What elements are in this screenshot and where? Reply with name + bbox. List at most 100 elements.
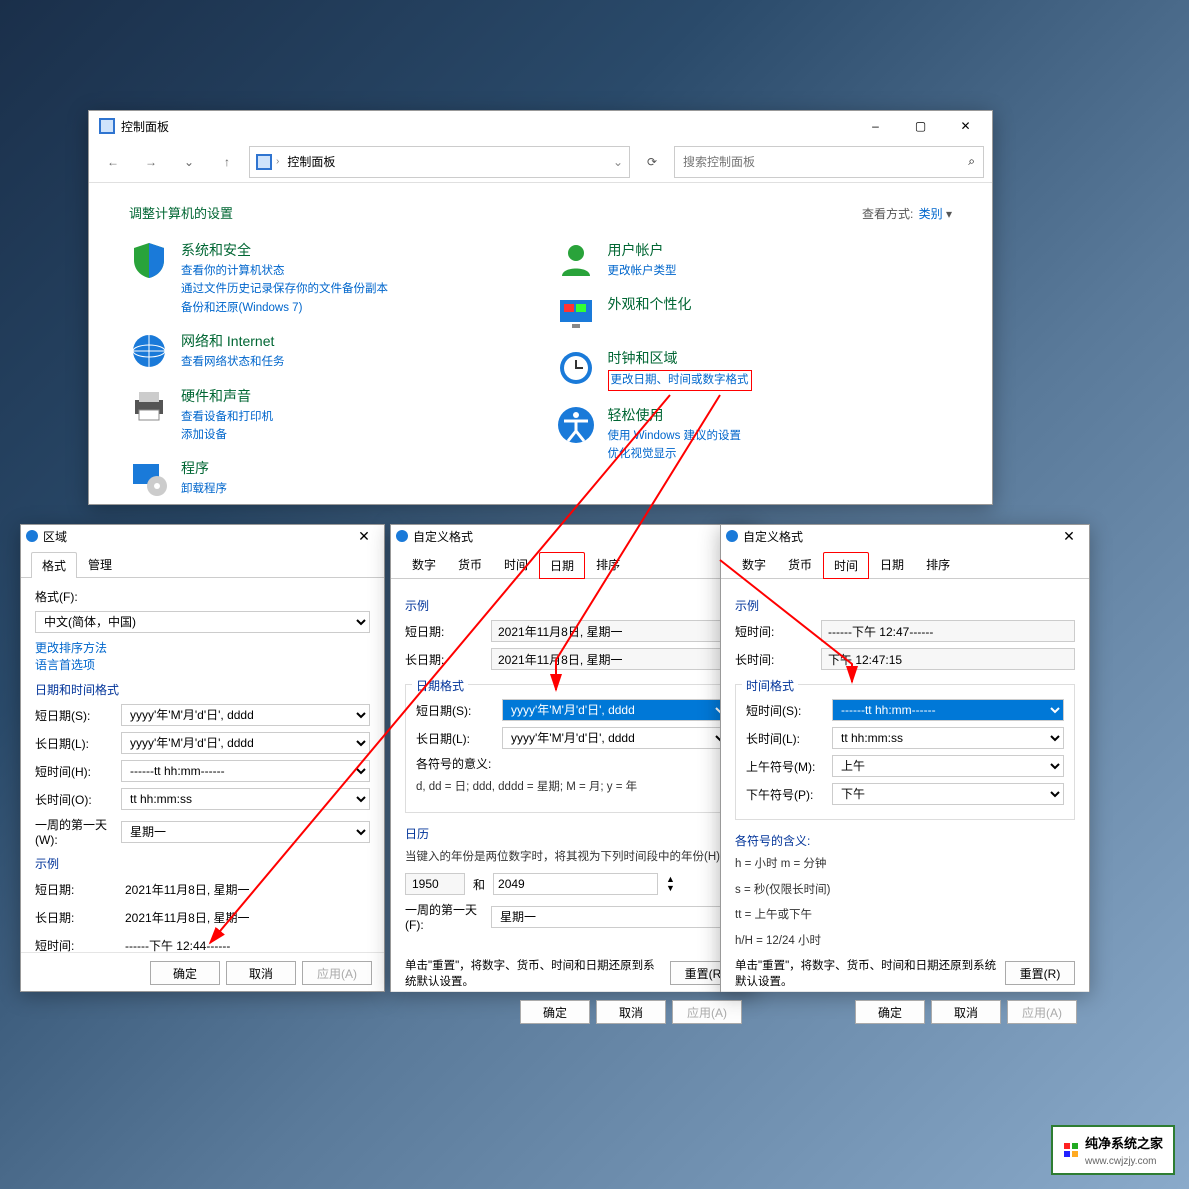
category-link[interactable]: 优化视觉显示 [608, 445, 742, 463]
apply-button[interactable]: 应用(A) [1007, 1000, 1077, 1024]
close-button[interactable]: ✕ [943, 111, 988, 141]
format-select[interactable]: 中文(简体，中国) [35, 611, 370, 633]
accessibility-icon [556, 405, 596, 445]
recent-dropdown[interactable]: ⌄ [173, 146, 205, 178]
customize-date-dialog: 自定义格式 ✕ 数字 货币 时间 日期 排序 示例 短日期:2021年11月8日… [390, 524, 755, 992]
view-by-link[interactable]: 类别 [919, 207, 943, 221]
search-bar[interactable]: ⌕ [674, 146, 984, 178]
link-change-date-format[interactable]: 更改日期、时间或数字格式 [608, 370, 752, 390]
long-date-format-select[interactable]: yyyy'年'M'月'd'日', dddd [502, 727, 729, 749]
link-sort-method[interactable]: 更改排序方法 [35, 639, 370, 656]
breadcrumb[interactable]: 控制面板 [287, 153, 335, 170]
pm-symbol-select[interactable]: 下午 [832, 783, 1064, 805]
category-heading[interactable]: 网络和 Internet [181, 331, 285, 351]
tab-number[interactable]: 数字 [731, 551, 777, 578]
cp-toolbar: ← → ⌄ ↑ › 控制面板 ⌄ ⟳ ⌕ [89, 141, 992, 183]
short-time-format-select[interactable]: ------tt hh:mm------ [832, 699, 1064, 721]
region-dialog: 区域 ✕ 格式 管理 格式(F): 中文(简体，中国) 更改排序方法 语言首选项… [20, 524, 385, 992]
short-date-format-select[interactable]: yyyy'年'M'月'd'日', dddd [502, 699, 729, 721]
category-link[interactable]: 备份和还原(Windows 7) [181, 299, 388, 317]
watermark: 纯净系统之家 www.cwjzjy.com [1051, 1125, 1175, 1175]
category-heading[interactable]: 硬件和声音 [181, 386, 273, 406]
short-time-select[interactable]: ------tt hh:mm------ [121, 760, 370, 782]
ok-button[interactable]: 确定 [150, 961, 220, 985]
address-dropdown[interactable]: ⌄ [613, 155, 623, 169]
reset-button[interactable]: 重置(R) [1005, 961, 1075, 985]
short-date-select[interactable]: yyyy'年'M'月'd'日', dddd [121, 704, 370, 726]
back-button[interactable]: ← [97, 146, 129, 178]
cp-titlebar[interactable]: 控制面板 – ▢ ✕ [89, 111, 992, 141]
printer-icon [129, 386, 169, 426]
globe-icon [725, 529, 739, 543]
tab-currency[interactable]: 货币 [447, 551, 493, 578]
maximize-button[interactable]: ▢ [898, 111, 943, 141]
tab-sort[interactable]: 排序 [915, 551, 961, 578]
category-heading[interactable]: 程序 [181, 458, 227, 478]
tab-time[interactable]: 时间 [493, 551, 539, 578]
close-button[interactable]: ✕ [1053, 528, 1085, 545]
year-to-input[interactable] [493, 873, 658, 895]
category-link[interactable]: 使用 Windows 建议的设置 [608, 427, 742, 445]
tab-number[interactable]: 数字 [401, 551, 447, 578]
close-button[interactable]: ✕ [348, 528, 380, 545]
minimize-button[interactable]: – [853, 111, 898, 141]
link-language-prefs[interactable]: 语言首选项 [35, 656, 370, 673]
category-heading[interactable]: 轻松使用 [608, 405, 742, 425]
category-link[interactable]: 卸载程序 [181, 480, 227, 498]
category-programs: 程序 卸载程序 [129, 458, 526, 498]
tab-date[interactable]: 日期 [869, 551, 915, 578]
example-short-date: 2021年11月8日, 星期一 [121, 878, 370, 900]
search-icon[interactable]: ⌕ [968, 154, 975, 169]
am-symbol-select[interactable]: 上午 [832, 755, 1064, 777]
category-network: 网络和 Internet 查看网络状态和任务 [129, 331, 526, 371]
first-day-select[interactable]: 星期一 [491, 906, 740, 928]
category-heading[interactable]: 用户帐户 [608, 240, 677, 260]
tab-sort[interactable]: 排序 [585, 551, 631, 578]
cancel-button[interactable]: 取消 [596, 1000, 666, 1024]
cancel-button[interactable]: 取消 [226, 961, 296, 985]
example-short-time: ------下午 12:47------ [821, 620, 1075, 642]
category-heading[interactable]: 外观和个性化 [608, 294, 692, 314]
example-short-time: ------下午 12:44------ [121, 934, 370, 952]
refresh-button[interactable]: ⟳ [636, 146, 668, 178]
custom-time-titlebar[interactable]: 自定义格式 ✕ [721, 525, 1089, 547]
region-tabs: 格式 管理 [21, 547, 384, 578]
category-heading[interactable]: 时钟和区域 [608, 348, 752, 368]
tab-time[interactable]: 时间 [823, 552, 869, 579]
up-button[interactable]: ↑ [211, 146, 243, 178]
cancel-button[interactable]: 取消 [931, 1000, 1001, 1024]
ok-button[interactable]: 确定 [520, 1000, 590, 1024]
tab-currency[interactable]: 货币 [777, 551, 823, 578]
clock-icon [556, 348, 596, 388]
first-day-select[interactable]: 星期一 [121, 821, 370, 843]
section-example: 示例 [35, 855, 370, 872]
category-system-security: 系统和安全 查看你的计算机状态 通过文件历史记录保存你的文件备份副本 备份和还原… [129, 240, 526, 317]
tab-admin[interactable]: 管理 [77, 551, 123, 577]
category-link[interactable]: 查看你的计算机状态 [181, 262, 388, 280]
example-long-date: 2021年11月8日, 星期一 [491, 648, 740, 670]
category-link[interactable]: 更改帐户类型 [608, 262, 677, 280]
search-input[interactable] [683, 155, 968, 169]
category-link[interactable]: 通过文件历史记录保存你的文件备份副本 [181, 280, 388, 298]
ok-button[interactable]: 确定 [855, 1000, 925, 1024]
category-link[interactable]: 查看设备和打印机 [181, 408, 273, 426]
user-icon [556, 240, 596, 280]
category-link[interactable]: 添加设备 [181, 426, 273, 444]
category-link[interactable]: 查看网络状态和任务 [181, 353, 285, 371]
tab-date[interactable]: 日期 [539, 552, 585, 579]
category-clock-region: 时钟和区域 更改日期、时间或数字格式 [556, 348, 953, 390]
example-long-date: 2021年11月8日, 星期一 [121, 906, 370, 928]
long-time-select[interactable]: tt hh:mm:ss [121, 788, 370, 810]
region-titlebar[interactable]: 区域 ✕ [21, 525, 384, 547]
year-spinner[interactable]: ▲▼ [666, 875, 675, 893]
apply-button[interactable]: 应用(A) [302, 961, 372, 985]
long-time-format-select[interactable]: tt hh:mm:ss [832, 727, 1064, 749]
category-heading[interactable]: 系统和安全 [181, 240, 388, 260]
forward-button[interactable]: → [135, 146, 167, 178]
chevron-right-icon: › [276, 156, 279, 167]
tab-format[interactable]: 格式 [31, 552, 77, 578]
long-date-select[interactable]: yyyy'年'M'月'd'日', dddd [121, 732, 370, 754]
section-datetime-formats: 日期和时间格式 [35, 681, 370, 698]
address-bar[interactable]: › 控制面板 ⌄ [249, 146, 630, 178]
custom-date-titlebar[interactable]: 自定义格式 ✕ [391, 525, 754, 547]
